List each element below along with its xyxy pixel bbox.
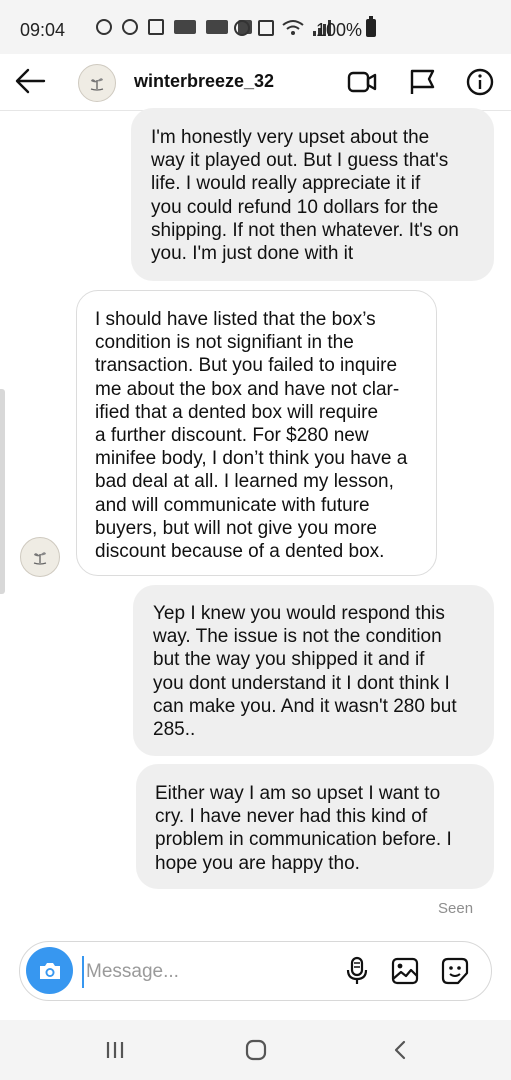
gmail-icon [148,19,164,35]
seen-indicator: Seen [438,900,474,917]
sticker-icon[interactable] [440,955,470,987]
microphone-icon[interactable] [342,955,372,987]
battery-icon [366,16,376,37]
chat-username[interactable]: winterbreeze_32 [134,71,274,92]
video-call-icon[interactable] [346,67,378,97]
camera-icon [39,962,60,979]
pinterest-icon [96,19,112,35]
incoming-message[interactable]: I should have listed that the box’s cond… [76,290,437,576]
outgoing-message[interactable]: Yep I knew you would respond this way. T… [133,585,494,756]
info-icon[interactable] [464,67,496,97]
back-arrow-icon[interactable] [14,66,48,96]
gallery-icon[interactable] [390,955,420,987]
message-input[interactable] [82,956,328,988]
home-icon[interactable] [245,1038,267,1062]
outgoing-message[interactable]: I'm honestly very upset about the way it… [131,108,494,281]
avatar-plant-icon [33,552,47,565]
message-composer [19,941,492,1001]
ebay-icon [174,20,196,34]
status-bar: 09:04 100% [0,0,511,54]
wifi-icon [282,20,304,35]
mute-icon [258,20,274,36]
battery-level: 100% [316,20,363,40]
system-navigation-bar [0,1020,511,1080]
outgoing-message[interactable]: Either way I am so upset I want to cry. … [136,764,494,889]
notification-icons [96,19,252,35]
flag-icon[interactable] [406,67,438,97]
sender-avatar[interactable] [20,537,60,577]
chat-header: winterbreeze_32 [0,54,511,111]
avatar[interactable] [78,64,116,102]
alarm-icon [234,20,250,36]
avatar-plant-icon [90,78,104,91]
camera-button[interactable] [26,947,73,994]
recent-apps-icon[interactable] [104,1038,126,1062]
scroll-indicator[interactable] [0,389,5,594]
amazon-icon [206,20,228,34]
nav-back-icon[interactable] [390,1038,410,1062]
status-time: 09:04 [20,20,66,40]
github-icon [122,19,138,35]
